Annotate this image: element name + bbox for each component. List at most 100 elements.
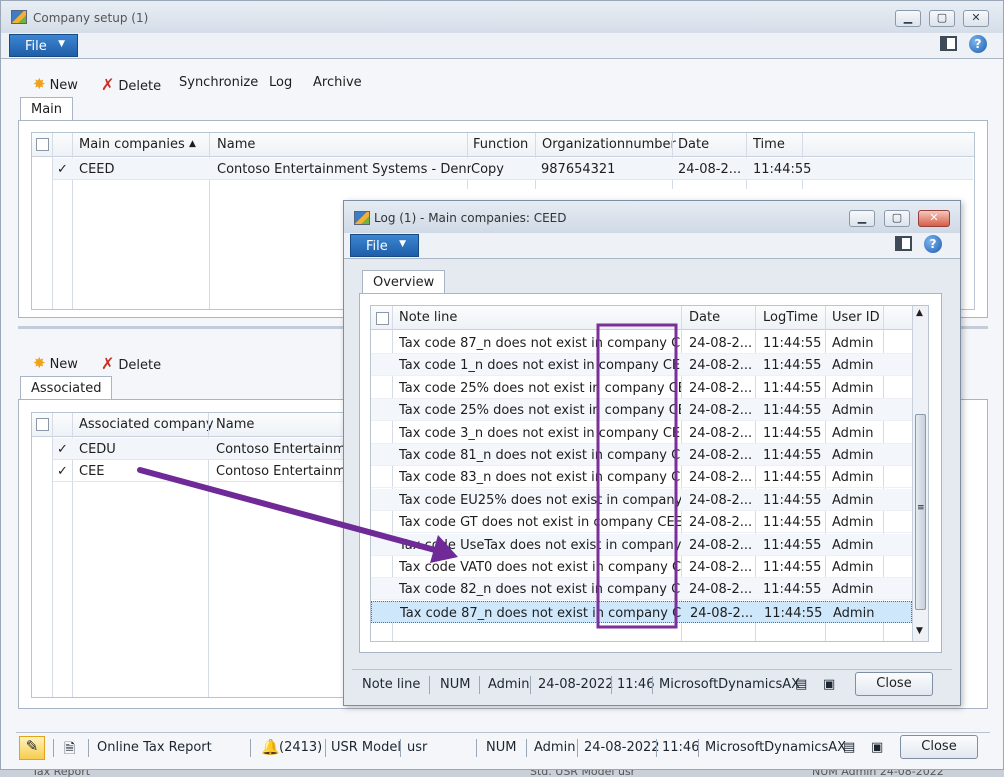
log-row[interactable]: Tax code 87_n does not exist in company …: [371, 600, 912, 623]
new-button[interactable]: ✸ New: [33, 75, 78, 93]
cell-log-date[interactable]: 24-08-2...: [689, 381, 751, 396]
log-row[interactable]: Tax code 87_n does not exist in company …: [371, 332, 912, 354]
cell-user-id[interactable]: Admin: [832, 560, 880, 575]
cell-log-date[interactable]: 24-08-2...: [689, 448, 751, 463]
cell-logtime[interactable]: 11:44:55: [763, 381, 823, 396]
cell-user-id[interactable]: Admin: [832, 381, 880, 396]
log-file-menu-button[interactable]: File ▼: [350, 234, 419, 257]
log-minimize-button[interactable]: ▁: [849, 210, 875, 227]
cell-date[interactable]: 24-08-2...: [678, 162, 741, 177]
cell-note-line[interactable]: Tax code 83_n does not exist in company …: [399, 470, 681, 485]
cell-user-id[interactable]: Admin: [832, 493, 880, 508]
cell-log-date[interactable]: 24-08-2...: [689, 403, 751, 418]
cell-main-company[interactable]: CEED: [79, 162, 115, 177]
log-scrollbar[interactable]: ▲ ≡ ▼: [912, 306, 928, 641]
main-close-button[interactable]: Close: [900, 735, 978, 759]
cell-log-date[interactable]: 24-08-2...: [689, 493, 751, 508]
select-all-checkbox[interactable]: [36, 138, 49, 151]
cell-log-date[interactable]: 24-08-2...: [689, 582, 751, 597]
select-all-checkbox[interactable]: [36, 418, 49, 431]
cell-user-id[interactable]: Admin: [832, 470, 880, 485]
header-name[interactable]: Name: [217, 137, 255, 152]
cell-logtime[interactable]: 11:44:55: [763, 538, 823, 553]
archive-button[interactable]: Archive: [313, 75, 362, 90]
log-row[interactable]: Tax code VAT0 does not exist in company …: [371, 556, 912, 578]
cell-time[interactable]: 11:44:55: [753, 162, 811, 177]
cell-log-date[interactable]: 24-08-2...: [689, 538, 751, 553]
log-row[interactable]: Tax code UseTax does not exist in compan…: [371, 533, 912, 556]
associated-new-button[interactable]: ✸ New: [33, 354, 78, 372]
tab-associated[interactable]: Associated: [20, 376, 113, 400]
help-icon[interactable]: ?: [969, 35, 987, 53]
cell-note-line[interactable]: Tax code UseTax does not exist in compan…: [399, 538, 681, 553]
cell-user-id[interactable]: Admin: [832, 336, 880, 351]
cell-logtime[interactable]: 11:44:55: [763, 358, 823, 373]
cell-note-line[interactable]: Tax code 3_n does not exist in company C…: [399, 426, 681, 441]
status-notification-count[interactable]: (2413): [279, 740, 322, 755]
cell-log-date[interactable]: 24-08-2...: [689, 470, 751, 485]
cell-user-id[interactable]: Admin: [832, 358, 880, 373]
header-time[interactable]: Time: [753, 137, 785, 152]
log-row[interactable]: Tax code 83_n does not exist in company …: [371, 466, 912, 489]
log-row[interactable]: Tax code 1_n does not exist in company C…: [371, 354, 912, 377]
cell-logtime[interactable]: 11:44:55: [763, 560, 823, 575]
header-user-id[interactable]: User ID: [832, 310, 880, 325]
cell-log-date[interactable]: 24-08-2...: [689, 358, 751, 373]
cell-logtime[interactable]: 11:44:55: [763, 493, 823, 508]
header-main-companies[interactable]: Main companies: [79, 137, 185, 152]
cell-note-line[interactable]: Tax code 82_n does not exist in company …: [399, 582, 681, 597]
header-log-date[interactable]: Date: [689, 310, 720, 325]
cell-orgnumber[interactable]: 987654321: [541, 162, 615, 177]
header-organizationnumber[interactable]: Organizationnumber: [542, 137, 676, 152]
cell-user-id[interactable]: Admin: [832, 426, 880, 441]
table-row[interactable]: ✓ CEE Contoso Entertainment: [53, 460, 367, 482]
log-close-window-button[interactable]: ✕: [918, 210, 950, 227]
header-assoc-name[interactable]: Name: [216, 417, 254, 432]
cell-name[interactable]: Contoso Entertainment Systems - Denmark: [217, 162, 471, 177]
table-row[interactable]: ✓ CEED Contoso Entertainment Systems - D…: [53, 158, 973, 180]
log-database-icon[interactable]: ▤: [795, 677, 807, 692]
maximize-button[interactable]: ▢: [929, 10, 955, 27]
cell-user-id[interactable]: Admin: [832, 448, 880, 463]
log-layout-icon[interactable]: [895, 236, 912, 251]
tab-overview[interactable]: Overview: [362, 270, 446, 294]
cell-logtime[interactable]: 11:44:55: [763, 582, 823, 597]
log-row[interactable]: Tax code GT does not exist in company CE…: [371, 511, 912, 534]
log-row[interactable]: Tax code EU25% does not exist in company…: [371, 488, 912, 511]
cell-logtime[interactable]: 11:44:55: [763, 426, 823, 441]
header-note-line[interactable]: Note line: [399, 310, 457, 325]
header-function[interactable]: Function: [473, 137, 528, 152]
cell-note-line[interactable]: Tax code EU25% does not exist in company…: [399, 493, 681, 508]
tab-main[interactable]: Main: [20, 97, 74, 121]
log-row[interactable]: Tax code 81_n does not exist in company …: [371, 444, 912, 466]
scroll-down-icon[interactable]: ▼: [916, 626, 923, 636]
cell-note-line[interactable]: Tax code 25% does not exist in company C…: [399, 381, 681, 396]
cell-logtime[interactable]: 11:44:55: [763, 515, 823, 530]
log-database-alt-icon[interactable]: ▣: [823, 677, 835, 692]
cell-log-date[interactable]: 24-08-2...: [689, 515, 751, 530]
log-row[interactable]: Tax code 25% does not exist in company C…: [371, 399, 912, 422]
cell-user-id[interactable]: Admin: [832, 538, 880, 553]
log-help-icon[interactable]: ?: [924, 235, 942, 253]
scroll-thumb[interactable]: ≡: [915, 414, 926, 610]
cell-user-id[interactable]: Admin: [833, 606, 881, 621]
cell-note-line[interactable]: Tax code 87_n does not exist in company …: [400, 606, 682, 621]
database-alt-icon[interactable]: ▣: [871, 740, 883, 755]
cell-note-line[interactable]: Tax code GT does not exist in company CE…: [399, 515, 681, 530]
document-icon[interactable]: 🗎: [64, 738, 75, 762]
notification-bell-icon[interactable]: 🔔: [261, 738, 280, 756]
cell-log-date[interactable]: 24-08-2...: [689, 426, 751, 441]
cell-log-date[interactable]: 24-08-2...: [689, 336, 751, 351]
cell-note-line[interactable]: Tax code 25% does not exist in company C…: [399, 403, 681, 418]
scroll-up-icon[interactable]: ▲: [916, 308, 923, 318]
log-row[interactable]: Tax code 82_n does not exist in company …: [371, 578, 912, 601]
cell-logtime[interactable]: 11:44:55: [763, 403, 823, 418]
delete-button[interactable]: ✗ Delete: [101, 75, 161, 94]
edit-pencil-icon[interactable]: ✎: [19, 736, 45, 760]
log-button[interactable]: Log: [269, 75, 292, 90]
log-row[interactable]: Tax code 25% does not exist in company C…: [371, 377, 912, 399]
cell-associated-company[interactable]: CEE: [79, 464, 105, 479]
cell-function[interactable]: Copy: [471, 162, 504, 177]
database-icon[interactable]: ▤: [843, 740, 855, 755]
layout-icon[interactable]: [940, 36, 957, 51]
